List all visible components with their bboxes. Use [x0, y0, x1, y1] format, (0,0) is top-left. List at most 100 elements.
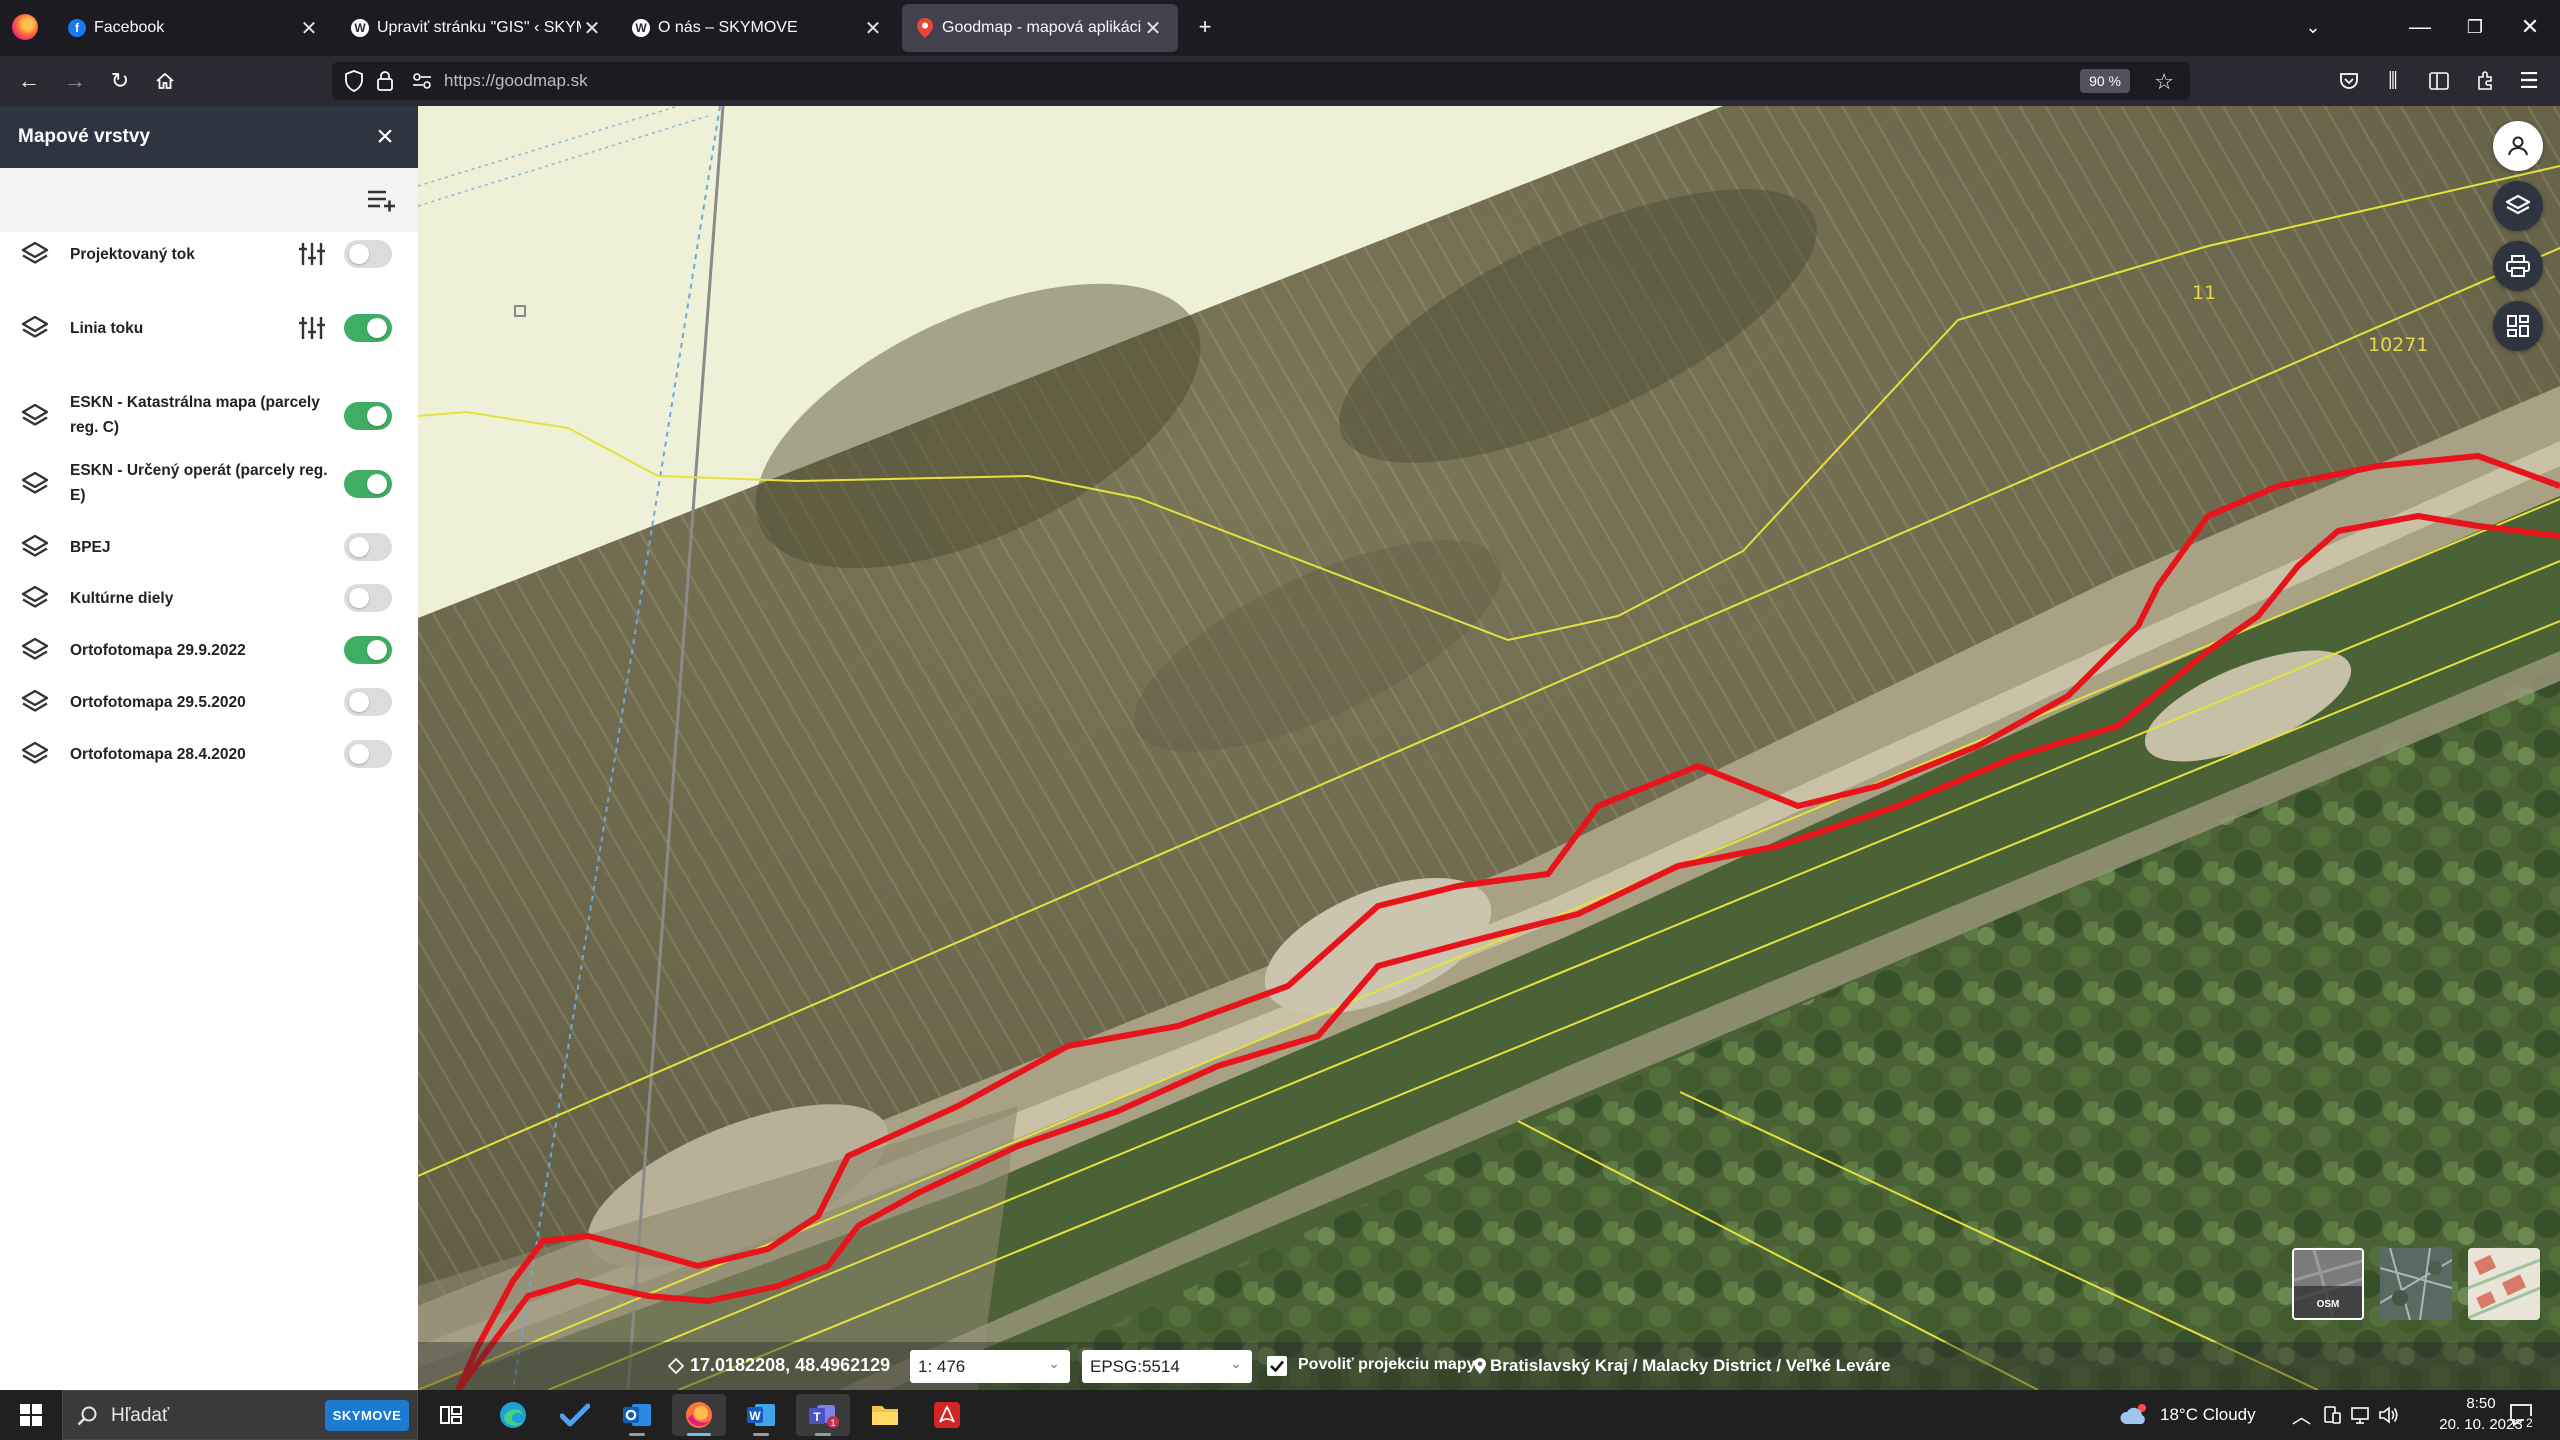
layer-label: Linia toku — [70, 320, 144, 337]
dashboard-button[interactable] — [2493, 301, 2543, 351]
firefox-icon[interactable] — [12, 14, 38, 40]
task-view-icon — [440, 1406, 462, 1424]
scale-select[interactable]: 1: 476 ⌄ — [910, 1350, 1070, 1383]
weather-text[interactable]: 18°C Cloudy — [2160, 1405, 2256, 1425]
location-breadcrumb: Bratislavský Kraj / Malacky District / V… — [1474, 1356, 1891, 1376]
forward-icon[interactable]: → — [60, 66, 90, 96]
layer-row: ESKN - Katastrálna mapa (parcely reg. C) — [0, 388, 418, 444]
windows-taskbar: Hľadať SKYMOVE W T1 18°C Cloudy ︿ 8:50 2… — [0, 1390, 2560, 1440]
network-icon[interactable] — [2350, 1405, 2372, 1430]
new-tab-button[interactable]: + — [1190, 12, 1220, 42]
lock-icon[interactable] — [376, 70, 394, 97]
restore-button[interactable]: ❐ — [2455, 12, 2495, 42]
layer-visibility-toggle[interactable] — [344, 240, 392, 268]
zoom-level-button[interactable]: 90 % — [2080, 69, 2130, 93]
layer-visibility-toggle[interactable] — [344, 688, 392, 716]
tab-upravit-stranku[interactable]: W Upraviť stránku "GIS" ‹ SKYMOVE ✕ — [337, 4, 617, 52]
layer-label: ESKN - Určený operát (parcely reg. E) — [70, 462, 328, 504]
search-icon — [77, 1406, 97, 1426]
layer-row: ESKN - Určený operát (parcely reg. E) — [0, 456, 418, 512]
sidebar-toggle-icon[interactable] — [2424, 66, 2454, 96]
start-button[interactable] — [4, 1394, 58, 1436]
taskbar-firefox[interactable] — [672, 1394, 726, 1436]
map-canvas[interactable]: 11 10271 OSM 17.0182208, 48.4962129 1: 4… — [418, 106, 2560, 1390]
taskbar-edge[interactable] — [486, 1394, 540, 1436]
layer-label: ESKN - Katastrálna mapa (parcely reg. C) — [70, 394, 320, 436]
reload-icon[interactable]: ↻ — [105, 66, 135, 96]
layer-visibility-toggle[interactable] — [344, 314, 392, 342]
back-icon[interactable]: ← — [14, 66, 44, 96]
layers-icon — [20, 313, 50, 343]
pocket-icon[interactable] — [2334, 66, 2364, 96]
url-text[interactable]: https://goodmap.sk — [444, 71, 588, 91]
facebook-icon: f — [68, 19, 86, 37]
close-icon[interactable]: ✕ — [581, 16, 603, 41]
tab-facebook[interactable]: f Facebook ✕ — [54, 4, 334, 52]
wordpress-icon: W — [351, 19, 369, 37]
print-button[interactable] — [2493, 241, 2543, 291]
basemap-cadastre[interactable] — [2468, 1248, 2540, 1320]
taskbar-outlook[interactable] — [610, 1394, 664, 1436]
close-icon[interactable]: ✕ — [1142, 16, 1164, 41]
layer-row: Ortofotomapa 29.5.2020 — [0, 684, 418, 720]
layer-visibility-toggle[interactable] — [344, 740, 392, 768]
projection-select[interactable]: EPSG:5514 ⌄ — [1082, 1350, 1252, 1383]
tab-label: Facebook — [94, 19, 165, 36]
tab-goodmap[interactable]: Goodmap - mapová aplikácia ✕ — [902, 4, 1178, 52]
add-layer-icon[interactable] — [366, 186, 396, 214]
minimize-button[interactable]: — — [2400, 12, 2440, 42]
user-account-button[interactable] — [2493, 121, 2543, 171]
library-icon[interactable]: ⫼ — [2378, 66, 2408, 96]
bookmark-star-icon[interactable]: ☆ — [2154, 69, 2174, 95]
layer-visibility-toggle[interactable] — [344, 470, 392, 498]
layers-icon — [2505, 194, 2531, 215]
close-icon[interactable]: ✕ — [298, 16, 320, 41]
taskbar-todo[interactable] — [548, 1394, 602, 1436]
projection-checkbox-label: Povoliť projekciu mapy — [1298, 1356, 1476, 1373]
layer-row: Projektovaný tok — [0, 236, 418, 272]
tracking-shield-icon[interactable] — [344, 70, 364, 97]
hamburger-menu-icon[interactable]: ☰ — [2514, 66, 2544, 96]
basemap-osm[interactable]: OSM — [2292, 1248, 2364, 1320]
volume-icon[interactable] — [2378, 1405, 2400, 1430]
layers-icon — [20, 635, 50, 665]
permissions-icon[interactable] — [412, 72, 432, 95]
svg-text:T: T — [813, 1410, 821, 1424]
layer-visibility-toggle[interactable] — [344, 402, 392, 430]
layer-visibility-toggle[interactable] — [344, 636, 392, 664]
taskbar-word[interactable]: W — [734, 1394, 788, 1436]
layer-label: BPEJ — [70, 539, 111, 556]
devices-icon[interactable] — [2322, 1405, 2342, 1430]
chevron-down-icon: ⌄ — [1048, 1355, 1060, 1371]
list-all-tabs-button[interactable]: ⌄ — [2298, 12, 2328, 42]
extensions-icon[interactable] — [2470, 66, 2500, 96]
projection-checkbox[interactable] — [1267, 1356, 1287, 1376]
browser-nav-bar: ← → ↻ https://goodmap.sk 90 % ☆ ⫼ ☰ — [0, 56, 2560, 106]
close-window-button[interactable]: ✕ — [2510, 12, 2550, 42]
layer-settings-icon[interactable] — [298, 315, 326, 341]
layer-label: Projektovaný tok — [70, 246, 195, 263]
close-icon[interactable]: ✕ — [862, 16, 884, 41]
task-view-button[interactable] — [424, 1394, 478, 1436]
taskbar-teams[interactable]: T1 — [796, 1394, 850, 1436]
taskbar-search[interactable]: Hľadať SKYMOVE — [62, 1390, 418, 1440]
layers-panel: Mapové vrstvy × Projektovaný tok Linia to… — [0, 106, 418, 1390]
firefox-icon — [686, 1402, 712, 1428]
url-bar[interactable]: https://goodmap.sk 90 % ☆ — [332, 62, 2190, 100]
basemap-satellite[interactable] — [2380, 1248, 2452, 1320]
layer-settings-icon[interactable] — [298, 241, 326, 267]
layers-icon — [20, 739, 50, 769]
home-icon[interactable] — [150, 66, 180, 96]
close-icon[interactable]: × — [370, 120, 400, 154]
tab-o-nas[interactable]: W O nás – SKYMOVE ✕ — [618, 4, 898, 52]
show-hidden-icons-chevron[interactable]: ︿ — [2292, 1402, 2311, 1429]
taskbar-acrobat[interactable] — [920, 1394, 974, 1436]
weather-cloud-icon[interactable] — [2118, 1402, 2150, 1433]
layer-row: Linia toku — [0, 310, 418, 346]
layer-visibility-toggle[interactable] — [344, 584, 392, 612]
layers-button[interactable] — [2493, 181, 2543, 231]
map-pin-icon — [916, 18, 934, 38]
basemap-name: OSM — [2316, 1299, 2340, 1310]
layer-visibility-toggle[interactable] — [344, 533, 392, 561]
taskbar-file-explorer[interactable] — [858, 1394, 912, 1436]
